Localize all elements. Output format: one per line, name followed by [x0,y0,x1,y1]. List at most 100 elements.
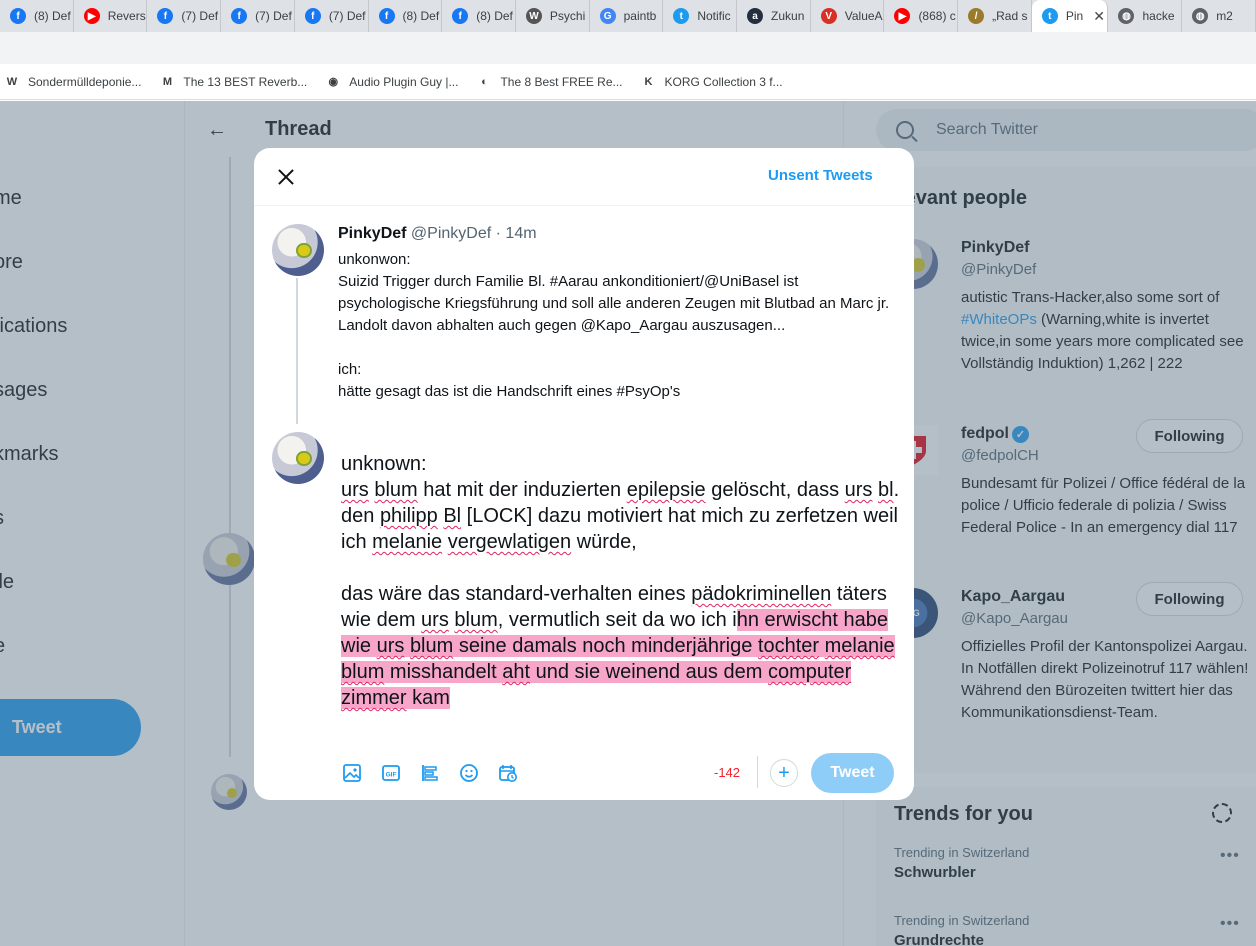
facebook-icon: f [378,8,395,24]
bookmarks-bar: W Sondermülldeponie... M The 13 BEST Reverb… [0,64,1256,100]
poll-icon[interactable] [419,762,441,784]
modal-header: Unsent Tweets [254,148,914,206]
unsent-tweets-link[interactable]: Unsent Tweets [768,167,873,184]
close-tab-icon[interactable]: ✕ [1093,8,1105,25]
browser-tab[interactable]: f (7) Def [147,0,222,32]
browser-tab[interactable]: W Psychi [516,0,590,32]
emoji-icon[interactable] [458,762,480,784]
bookmark-favicon-icon: K [644,75,653,88]
tab-label: Zukun [771,9,805,23]
quoted-tweet-header: PinkyDef @PinkyDef · 14m [338,225,537,243]
bookmark-label: KORG Collection 3 f... [664,74,783,89]
schedule-icon[interactable] [497,762,519,784]
facebook-icon: f [231,8,248,24]
browser-tab[interactable]: ◍ m2 [1182,0,1256,32]
browser-tab[interactable]: V ValueA [811,0,885,32]
bookmark-favicon-icon: ◐ [481,75,488,88]
tab-label: paintb [623,9,657,23]
browser-tab[interactable]: t Pin ✕ [1031,0,1109,32]
google-icon: G [599,8,616,24]
gif-icon[interactable]: GIF [380,762,402,784]
facebook-icon: f [452,8,469,24]
compose-toolbar: GIF [341,762,536,784]
tab-label: (7) Def [255,9,292,23]
tab-label: (8) Def [402,9,440,23]
tab-label: (8) Def [34,9,71,23]
compose-paragraph: urs blum hat mit der induzierten epileps… [341,479,900,553]
browser-tab[interactable]: ▶ (868) c [884,0,959,32]
browser-tab[interactable]: ▶ Revers [74,0,148,32]
tab-label: ValueA [844,9,883,23]
wikipedia-icon: W [525,8,542,24]
compose-textarea[interactable]: unknown: urs blum hat mit der induzierte… [341,451,901,711]
tweet-submit-button[interactable]: Tweet [811,753,894,793]
tab-label: (7) Def [181,9,219,23]
browser-tab[interactable]: f (8) Def [0,0,74,32]
tab-label: Revers [107,9,146,23]
tab-label: (8) Def [476,9,513,23]
reply-modal: Unsent Tweets PinkyDef @PinkyDef · 14m u… [254,148,914,800]
avatar[interactable] [272,224,324,276]
bookmark-label: Audio Plugin Guy |... [349,74,459,89]
tab-label: „Rad s [992,9,1028,23]
image-icon[interactable] [341,762,363,784]
browser-tab[interactable]: f (7) Def [295,0,369,32]
bookmark-label: Sondermülldeponie... [28,74,142,89]
reply-thread-line [296,278,298,424]
bookmark-item[interactable]: M The 13 BEST Reverb... [159,74,307,90]
add-tweet-button[interactable]: + [770,759,798,787]
valuea-icon: V [820,8,837,24]
address-bar-area [0,32,1256,64]
bookmark-item[interactable]: K KORG Collection 3 f... [641,74,783,90]
close-icon[interactable] [274,165,298,189]
bookmark-label: The 8 Best FREE Re... [500,74,623,89]
quoted-line [338,337,898,359]
pen-icon: / [968,8,985,24]
browser-tab[interactable]: ◍ hacke [1108,0,1183,32]
facebook-icon: f [157,8,174,24]
quoted-author-handle: @PinkyDef [410,225,492,242]
browser-tab[interactable]: / „Rad s [958,0,1032,32]
tab-label: Notific [697,9,731,23]
bookmark-favicon-icon: W [6,75,18,88]
compose-blank-line [341,555,901,581]
twitter-icon: t [1041,8,1058,24]
tab-label: (868) c [918,9,956,23]
browser-tab[interactable]: t Notific [663,0,738,32]
tab-label: (7) Def [328,9,366,23]
facebook-icon: f [10,8,26,24]
tab-label: Pin [1065,9,1084,23]
bookmark-item[interactable]: W Sondermülldeponie... [4,74,142,90]
bookmark-item[interactable]: ◐ The 8 Best FREE Re... [476,74,622,90]
quoted-line: unkonwon: [338,251,411,268]
character-counter: -142 [714,765,741,780]
bookmark-favicon-icon: ◉ [328,76,339,88]
separator-dot: · [495,225,501,242]
bookmark-item[interactable]: ◉ Audio Plugin Guy |... [325,74,458,90]
amazon-icon: a [747,8,764,24]
twitter-icon: t [673,8,690,24]
quoted-author-name[interactable]: PinkyDef [338,225,406,242]
tab-label: m2 [1216,9,1233,23]
facebook-icon: f [304,8,321,24]
bookmark-label: The 13 BEST Reverb... [183,74,308,89]
bookmark-favicon-icon: M [162,75,172,88]
youtube-icon: ▶ [83,8,100,24]
browser-tab[interactable]: f (7) Def [221,0,295,32]
svg-text:GIF: GIF [386,772,397,779]
quoted-timestamp[interactable]: 14m [505,225,536,242]
browser-tab[interactable]: f (8) Def [442,0,516,32]
avatar [272,432,324,484]
browser-tab[interactable]: Gpaintb [590,0,664,32]
browser-tab[interactable]: a Zukun [737,0,811,32]
toolbar-divider [757,756,758,788]
browser-tab-strip: f (8) Def ▶ Revers f (7) Def f (7) Def f (7) Def f… [0,0,1256,32]
compose-paragraph: das wäre das standard-verhalten eines pä… [341,583,895,709]
youtube-icon: ▶ [894,8,911,24]
tab-label: Psychi [549,9,586,23]
globe-icon: ◍ [1192,8,1209,24]
quoted-tweet-text: unkonwon: Suizid Trigger durch Familie B… [338,249,898,403]
quoted-line: hätte gesagt das ist die Handschrift ein… [338,383,681,400]
compose-line: unknown: [341,453,427,475]
browser-tab[interactable]: f (8) Def [369,0,443,32]
